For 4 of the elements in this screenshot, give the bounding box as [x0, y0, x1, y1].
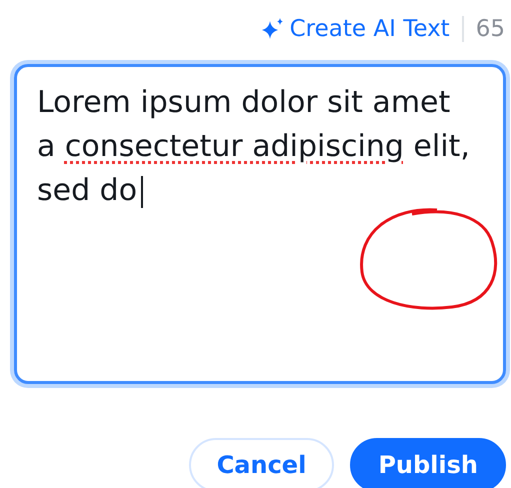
cancel-button[interactable]: Cancel — [188, 438, 334, 488]
publish-button[interactable]: Publish — [350, 438, 506, 488]
create-ai-text-link[interactable]: Create AI Text — [260, 16, 450, 42]
character-counter: 65 — [476, 16, 505, 42]
